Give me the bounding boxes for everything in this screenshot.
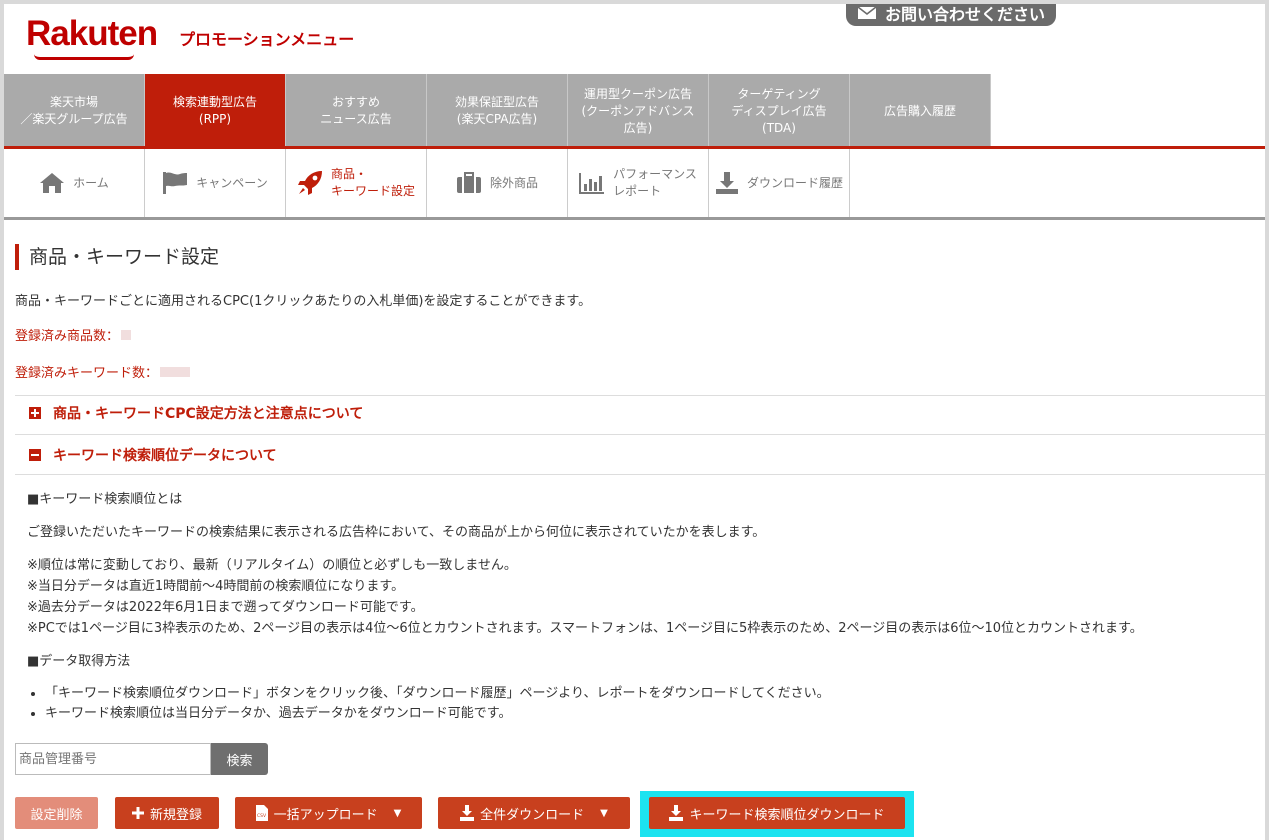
csv-file-icon: CSV xyxy=(255,805,268,821)
top-navigation: 楽天市場 ／楽天グループ広告 検索連動型広告 (RPP) おすすめ ニュース広告… xyxy=(4,74,991,146)
bulk-upload-button[interactable]: CSV 一括アップロード ▼ xyxy=(235,797,422,829)
subnav-item-keyword-settings[interactable]: 商品・ キーワード設定 xyxy=(286,149,427,217)
new-label: 新規登録 xyxy=(149,807,202,823)
download-icon xyxy=(715,172,738,194)
registered-items-label: 登録済み商品数： xyxy=(15,329,120,344)
app-frame: Rakuten プロモーションメニュー お問い合わせください 楽天市場 ／楽天グ… xyxy=(4,4,1265,840)
subnav-performance-report[interactable]: パフォーマンス レポート xyxy=(568,149,709,217)
logo-swoosh xyxy=(34,54,134,60)
download-all-label: 全件ダウンロード xyxy=(480,807,585,823)
tab-news-ads[interactable]: おすすめ ニュース広告 xyxy=(286,74,427,146)
sub-navigation: ホーム キャンペーン 商品・ キーワード設定 除外商品 パフォーマンス レポート… xyxy=(4,149,850,217)
accordion-header-keyword-rank[interactable]: キーワード検索順位データについて xyxy=(15,434,1265,474)
note-item: ※PCでは1ページ目に3枠表示のため、2ページ目の表示は4位〜6位とカウントされ… xyxy=(27,621,1143,636)
header: Rakuten プロモーションメニュー お問い合わせください xyxy=(4,4,1265,74)
promotion-menu-title: プロモーションメニュー xyxy=(179,30,355,49)
minus-icon xyxy=(29,448,41,461)
note-item: ※過去分データは2022年6月1日まで遡ってダウンロード可能です。 xyxy=(27,600,424,615)
redacted-value xyxy=(121,329,132,340)
tab-rakuten-group-ads[interactable]: 楽天市場 ／楽天グループ広告 xyxy=(4,74,145,146)
section-heading: ■データ取得方法 xyxy=(27,654,131,669)
registered-keywords-count: 登録済みキーワード数： xyxy=(15,362,1265,381)
page-title: 商品・キーワード設定 xyxy=(15,244,1265,270)
contact-button[interactable]: お問い合わせください xyxy=(846,4,1056,26)
subnav-download-history[interactable]: ダウンロード履歴 xyxy=(709,149,850,217)
registered-items-count: 登録済み商品数： xyxy=(15,325,1265,344)
subnav-home-label: ホーム xyxy=(73,175,109,190)
section-heading: ■キーワード検索順位とは xyxy=(27,492,183,507)
subnav-excluded-items[interactable]: 除外商品 xyxy=(427,149,568,217)
subnav-home[interactable]: ホーム xyxy=(4,149,145,217)
item-number-search-input[interactable] xyxy=(15,743,211,775)
briefcase-icon xyxy=(456,172,481,193)
tab-cpa-ads[interactable]: 効果保証型広告 (楽天CPA広告) xyxy=(427,74,568,146)
home-icon xyxy=(40,173,65,193)
download-icon xyxy=(460,805,475,821)
tab-purchase-history[interactable]: 広告購入履歴 xyxy=(850,74,991,146)
note-item: ※当日分データは直近1時間前〜4時間前の検索順位になります。 xyxy=(27,579,405,594)
chart-icon xyxy=(579,173,605,194)
tab-coupon-ads[interactable]: 運用型クーポン広告 (クーポンアドバンス 広告) xyxy=(568,74,709,146)
rocket-icon xyxy=(297,171,322,195)
subnav-performance-label: パフォーマンス レポート xyxy=(613,167,697,198)
search-button[interactable]: 検索 xyxy=(211,743,268,775)
keyword-rank-download-label: キーワード検索順位ダウンロード xyxy=(689,807,885,823)
tab-tda[interactable]: ターゲティング ディスプレイ広告 (TDA) xyxy=(709,74,850,146)
delete-label: 設定削除 xyxy=(30,807,83,823)
plus-icon xyxy=(131,807,144,819)
search-bar: 検索 xyxy=(15,743,268,775)
note-item: ※順位は常に変動しており、最新（リアルタイム）の順位と必ずしも一致しません。 xyxy=(27,558,517,573)
method-list: 「キーワード検索順位ダウンロード」ボタンをクリック後、「ダウンロード履歴」ページ… xyxy=(27,684,1265,724)
plus-icon xyxy=(29,407,41,419)
delete-settings-button[interactable]: 設定削除 xyxy=(15,797,98,829)
mail-icon xyxy=(857,6,877,19)
contact-label: お問い合わせください xyxy=(884,5,1045,24)
new-registration-button[interactable]: 新規登録 xyxy=(115,797,219,829)
accordion: 商品・キーワードCPC設定方法と注意点について キーワード検索順位データについて… xyxy=(15,395,1265,724)
keyword-rank-download-button[interactable]: キーワード検索順位ダウンロード xyxy=(649,797,905,829)
subnav-campaign-label: キャンペーン xyxy=(196,175,268,190)
accordion-title: キーワード検索順位データについて xyxy=(53,447,277,464)
bulk-upload-label: 一括アップロード xyxy=(273,807,378,823)
paragraph: ご登録いただいたキーワードの検索結果に表示される広告枠において、その商品が上から… xyxy=(27,525,766,540)
download-icon xyxy=(669,805,684,821)
subnav-excluded-label: 除外商品 xyxy=(489,175,538,190)
flag-icon xyxy=(163,172,188,194)
chevron-down-icon: ▼ xyxy=(600,807,608,819)
svg-text:CSV: CSV xyxy=(257,813,267,819)
accordion-body-keyword-rank: ■キーワード検索順位とは ご登録いただいたキーワードの検索結果に表示される広告枠… xyxy=(15,474,1265,724)
accordion-title: 商品・キーワードCPC設定方法と注意点について xyxy=(53,406,364,422)
subnav-campaign[interactable]: キャンペーン xyxy=(145,149,286,217)
tab-rpp[interactable]: 検索連動型広告 (RPP) xyxy=(145,74,286,146)
page-description: 商品・キーワードごとに適用されるCPC(1クリックあたりの入札単価)を設定するこ… xyxy=(15,294,592,309)
subnav-download-label: ダウンロード履歴 xyxy=(746,175,843,190)
subnav-keyword-label: 商品・ キーワード設定 xyxy=(330,167,415,198)
list-item: 「キーワード検索順位ダウンロード」ボタンをクリック後、「ダウンロード履歴」ページ… xyxy=(45,684,1265,704)
chevron-down-icon: ▼ xyxy=(393,807,402,819)
registered-keywords-label: 登録済みキーワード数： xyxy=(15,366,159,381)
main-content: 商品・キーワード設定 商品・キーワードごとに適用されるCPC(1クリックあたりの… xyxy=(15,220,1265,724)
redacted-value xyxy=(160,366,191,377)
accordion-header-cpc-settings[interactable]: 商品・キーワードCPC設定方法と注意点について xyxy=(15,396,1265,430)
rakuten-logo[interactable]: Rakuten xyxy=(26,14,158,54)
download-all-button[interactable]: 全件ダウンロード ▼ xyxy=(438,797,630,829)
list-item: キーワード検索順位は当日分データか、過去データかをダウンロード可能です。 xyxy=(45,704,1265,724)
